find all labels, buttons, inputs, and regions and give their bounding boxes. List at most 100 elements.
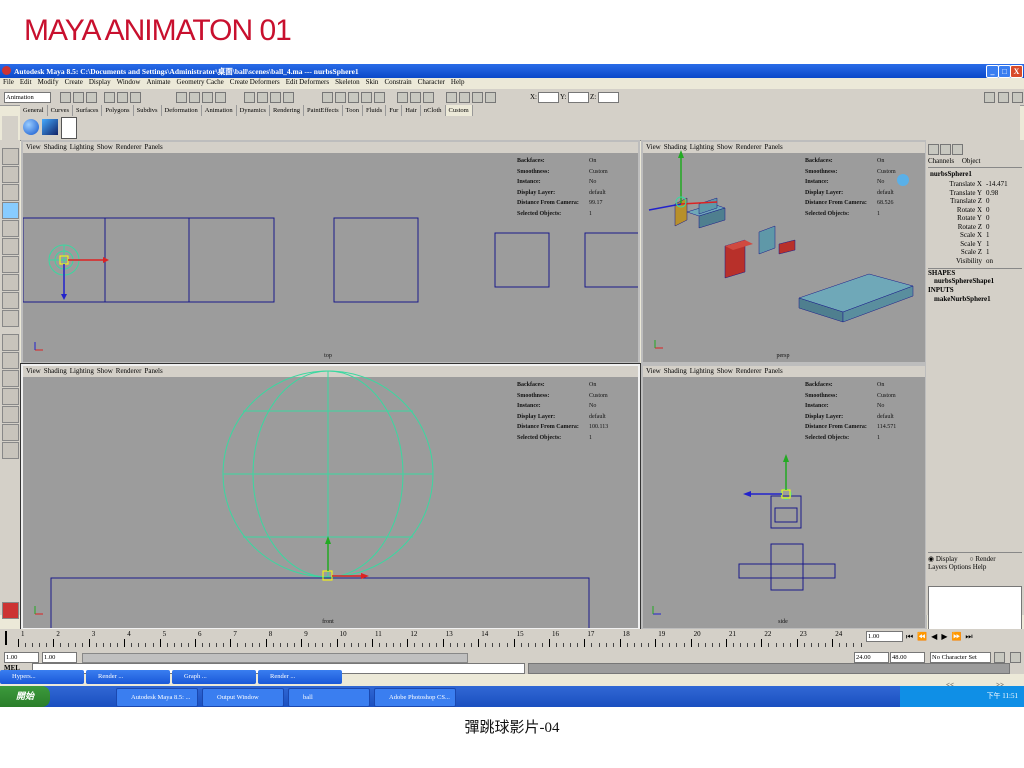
scale-tool-icon[interactable] <box>2 238 19 255</box>
shape-node[interactable]: nurbsSphereShape1 <box>934 277 994 285</box>
soft-mod-tool-icon[interactable] <box>2 274 19 291</box>
menu-file[interactable]: File <box>3 78 14 86</box>
anim-prefs-icon[interactable] <box>1010 652 1021 663</box>
task-photoshop[interactable]: Adobe Photoshop CS... <box>374 688 456 707</box>
menu-geometry-cache[interactable]: Geometry Cache <box>177 78 224 86</box>
new-scene-icon[interactable] <box>60 92 71 103</box>
shelf-tab-hair[interactable]: Hair <box>402 105 421 116</box>
clock[interactable]: 下午 11:51 <box>987 686 1018 707</box>
snap-point-icon[interactable] <box>202 92 213 103</box>
viewport-top[interactable]: View Shading Lighting Show Renderer Panels Ba… <box>21 140 640 364</box>
shelf-tab-painteffects[interactable]: PaintEffects <box>304 105 343 116</box>
playback-end-field[interactable]: 24.00 <box>854 652 889 663</box>
attribute-editor-icon[interactable] <box>984 92 995 103</box>
render-icon[interactable] <box>257 92 268 103</box>
viewport-side[interactable]: View Shading Lighting Show Renderer Panels Ba… <box>641 364 927 630</box>
menu-create-deformers[interactable]: Create Deformers <box>230 78 280 86</box>
channels-menu[interactable]: Channels <box>928 157 954 165</box>
current-time-field[interactable]: 1.00 <box>866 631 903 642</box>
snap-grid-icon[interactable] <box>176 92 187 103</box>
magnet-icon[interactable] <box>335 92 346 103</box>
task-output-window[interactable]: Output Window <box>202 688 284 707</box>
auto-key-icon[interactable] <box>994 652 1005 663</box>
hypershade-layout-icon[interactable] <box>2 424 19 441</box>
menu-help[interactable]: Help <box>451 78 465 86</box>
menu-character[interactable]: Character <box>418 78 445 86</box>
menu-edit[interactable]: Edit <box>20 78 32 86</box>
sphere-shelf-icon[interactable] <box>23 119 39 135</box>
select-component-icon[interactable] <box>130 92 141 103</box>
shelf-tab-general[interactable]: General <box>20 105 48 116</box>
minimized-window[interactable]: Render ... <box>86 670 170 684</box>
character-set-dropdown[interactable]: No Character Set <box>930 652 991 663</box>
layers-menu[interactable]: Layers <box>928 563 947 571</box>
object-menu[interactable]: Object <box>962 157 981 165</box>
quick-launch[interactable] <box>60 691 100 703</box>
render-view-icon[interactable] <box>485 92 496 103</box>
shelf-tab-custom[interactable]: Custom <box>445 105 473 116</box>
shelf-tab-toon[interactable]: Toon <box>343 105 363 116</box>
menu-animate[interactable]: Animate <box>146 78 170 86</box>
move-tool-icon[interactable] <box>2 202 19 219</box>
menu-display[interactable]: Display <box>89 78 111 86</box>
close-button[interactable]: X <box>1010 65 1023 78</box>
snap-curve-icon[interactable] <box>189 92 200 103</box>
channel-row[interactable]: Translate Y 0.98 <box>930 189 1022 198</box>
shelf-tab-deformation[interactable]: Deformation <box>162 105 202 116</box>
minimized-window[interactable]: Graph ... <box>172 670 256 684</box>
universal-tool-icon[interactable] <box>2 256 19 273</box>
menu-create[interactable]: Create <box>65 78 83 86</box>
channel-row[interactable]: Visibility on <box>930 257 1022 266</box>
channel-row[interactable]: Rotate Y0 <box>930 214 1022 223</box>
both-panels-icon[interactable] <box>952 144 963 155</box>
curve-icon[interactable] <box>348 92 359 103</box>
four-pane-layout-icon[interactable] <box>2 352 19 369</box>
shelf-tab-fur[interactable]: Fur <box>386 105 403 116</box>
select-object-icon[interactable] <box>117 92 128 103</box>
channel-row[interactable]: Rotate Z0 <box>930 223 1022 232</box>
z-field[interactable] <box>598 92 619 103</box>
input-icon[interactable] <box>397 92 408 103</box>
menu-edit-deformers[interactable]: Edit Deformers <box>286 78 329 86</box>
channel-row[interactable]: Scale Y1 <box>930 240 1022 249</box>
shelf-tab-fluids[interactable]: Fluids <box>363 105 387 116</box>
clapboard-2-icon[interactable] <box>459 92 470 103</box>
wrench-icon[interactable] <box>423 92 434 103</box>
task-maya[interactable]: Autodesk Maya 8.5: ... <box>116 688 198 707</box>
plane-shelf-icon[interactable] <box>42 119 58 135</box>
help-menu[interactable]: Help <box>973 563 987 571</box>
shelf-menu-icon[interactable] <box>2 116 18 140</box>
snap-plane-icon[interactable] <box>215 92 226 103</box>
paint-icon[interactable] <box>361 92 372 103</box>
shelf-tab-ncloth[interactable]: nCloth <box>421 105 446 116</box>
menu-skin[interactable]: Skin <box>366 78 379 86</box>
rotate-tool-icon[interactable] <box>2 220 19 237</box>
shelf-tab-dynamics[interactable]: Dynamics <box>237 105 270 116</box>
range-bar[interactable] <box>82 653 468 663</box>
history-icon[interactable] <box>244 92 255 103</box>
clapboard-icon[interactable] <box>446 92 457 103</box>
shelf-tab-surfaces[interactable]: Surfaces <box>73 105 103 116</box>
viewport-front[interactable]: View Shading Lighting Show Renderer Panels Ba… <box>20 363 641 631</box>
end-time-field[interactable]: 48.00 <box>890 652 925 663</box>
construction-icon[interactable] <box>322 92 333 103</box>
input-node[interactable]: makeNurbSphere1 <box>934 295 991 303</box>
menu-modify[interactable]: Modify <box>38 78 59 86</box>
channel-box-icon[interactable] <box>928 144 939 155</box>
clapboard-3-icon[interactable] <box>472 92 483 103</box>
shelf-tab-subdivs[interactable]: Subdivs <box>134 105 162 116</box>
ipr-render-icon[interactable] <box>270 92 281 103</box>
playback-start-field[interactable]: 1.00 <box>42 652 77 663</box>
render-radio[interactable]: ○ Render <box>969 555 995 563</box>
show-manipulator-icon[interactable] <box>2 292 19 309</box>
shelf-tab-animation[interactable]: Animation <box>202 105 237 116</box>
shelf-tab-polygons[interactable]: Polygons <box>102 105 134 116</box>
start-time-field[interactable]: 1.00 <box>4 652 39 663</box>
window-titlebar[interactable]: Autodesk Maya 8.5: C:\Documents and Sett… <box>0 64 1024 78</box>
start-button[interactable]: 開始 <box>0 686 50 707</box>
output-icon[interactable] <box>410 92 421 103</box>
options-menu[interactable]: Options <box>949 563 971 571</box>
playback-controls[interactable]: ⏮ ⏪ ◀ ▶ ⏩ ⏭ <box>906 632 974 642</box>
channel-row[interactable]: Translate X -14.471 <box>930 180 1022 189</box>
minimized-window[interactable]: Render ... <box>258 670 342 684</box>
